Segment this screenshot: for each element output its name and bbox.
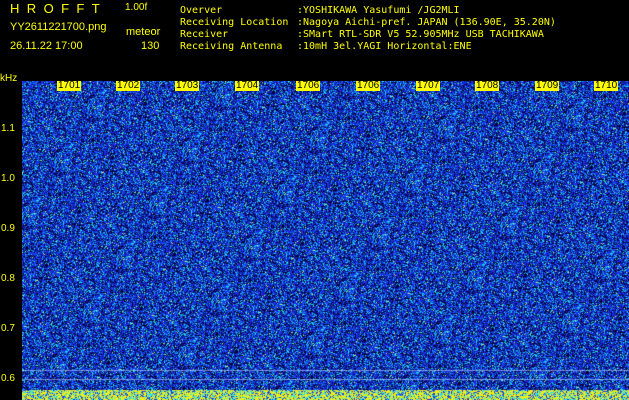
header-panel: HROFFT 1.00f YY2611221700.png meteor 26.… — [0, 0, 629, 72]
info-value-antenna: :10mH 3el.YAGI Horizontal:ENE — [297, 41, 472, 52]
x-tick-label: 1708 — [475, 80, 500, 91]
info-key-observer: Overver — [180, 5, 223, 16]
version-label: 1.00f — [125, 2, 148, 13]
y-tick-label: 1.1 — [1, 123, 15, 134]
y-tick-label: 0.7 — [1, 323, 15, 334]
filename-label: YY2611221700.png — [10, 21, 107, 33]
x-tick-label: 1707 — [416, 80, 441, 91]
info-value-location: :Nagoya Aichi-pref. JAPAN (136.90E, 35.2… — [297, 17, 556, 28]
x-tick-label: 1703 — [175, 80, 200, 91]
y-tick-label: 0.6 — [1, 373, 15, 384]
x-tick-label: 1702 — [116, 80, 141, 91]
app-title: HROFFT — [10, 1, 108, 16]
count-label: 130 — [141, 40, 160, 52]
y-tick-label: 1.0 — [1, 173, 15, 184]
x-tick-label: 1709 — [535, 80, 560, 91]
info-value-receiver: :SMart RTL-SDR V5 52.905MHz USB TACHIKAW… — [297, 29, 544, 40]
x-tick-label: 1706 — [356, 80, 381, 91]
x-tick-label: 1706 — [296, 80, 321, 91]
info-value-observer: :YOSHIKAWA Yasufumi /JG2MLI — [297, 5, 460, 16]
info-key-receiver: Receiver — [180, 29, 229, 40]
x-tick-label: 1701 — [57, 80, 82, 91]
y-tick-label: 0.9 — [1, 223, 15, 234]
y-tick-label: 0.8 — [1, 273, 15, 284]
x-tick-label: 1704 — [235, 80, 260, 91]
y-axis-unit: kHz — [0, 73, 18, 84]
x-tick-label: 1710 — [594, 80, 619, 91]
info-key-antenna: Receiving Antenna — [180, 41, 283, 52]
info-key-location: Receiving Location — [180, 17, 289, 28]
datetime-label: 26.11.22 17:00 — [10, 40, 83, 52]
category-label: meteor — [126, 26, 161, 38]
spectrogram — [22, 81, 629, 400]
